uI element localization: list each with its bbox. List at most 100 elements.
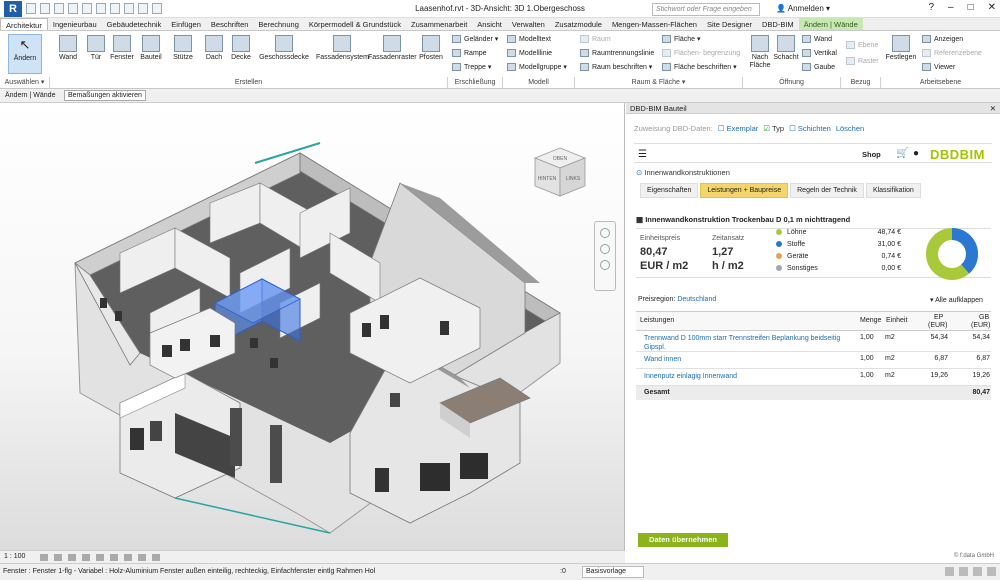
view-cube[interactable]: OBEN HINTEN LINKS — [533, 146, 587, 198]
steering-wheel-icon[interactable] — [600, 228, 610, 238]
area-button[interactable]: Fläche ▾ — [662, 35, 700, 43]
detail-level-icon[interactable] — [40, 554, 48, 561]
window-button[interactable]: Fenster — [108, 35, 136, 61]
area-tag-button[interactable]: Fläche beschriften ▾ — [662, 63, 737, 71]
pan-icon[interactable] — [600, 260, 610, 270]
model-line-button[interactable]: Modelllinie — [507, 49, 552, 57]
group-select[interactable]: Auswählen ▾ — [0, 77, 50, 89]
lock-view-icon[interactable] — [124, 554, 132, 561]
crop-view-icon[interactable] — [110, 554, 118, 561]
view-scale[interactable]: 1 : 100 — [4, 553, 25, 560]
tab-architektur[interactable]: Architektur — [0, 18, 48, 30]
roof-button[interactable]: Dach — [202, 35, 226, 61]
filter-icon[interactable] — [987, 567, 996, 576]
select-underlay-icon[interactable] — [959, 567, 968, 576]
3d-viewport[interactable]: OBEN HINTEN LINKS — [0, 103, 625, 550]
area-boundary-button[interactable]: Flächen- begrenzung — [662, 49, 740, 57]
assign-type[interactable]: ☑ Typ — [763, 124, 784, 133]
help-search-input[interactable]: Stichwort oder Frage eingeben — [652, 3, 760, 16]
activate-dimensions-button[interactable]: Bemaßungen aktivieren — [64, 90, 146, 101]
tab-einfuegen[interactable]: Einfügen — [166, 18, 206, 30]
assign-layers[interactable]: ☐ Schichten — [789, 124, 831, 133]
column-button[interactable]: Stütze — [170, 35, 196, 61]
cart-icon[interactable]: 🛒 — [896, 148, 908, 159]
wall-opening-button[interactable]: Wand — [802, 35, 832, 43]
tab-berechnung[interactable]: Berechnung — [253, 18, 303, 30]
row-name[interactable]: Innenputz einlagig Innenwand — [644, 372, 854, 381]
close-icon[interactable]: ✕ — [988, 2, 996, 13]
shop-link[interactable]: Shop — [862, 150, 881, 159]
user-icon[interactable]: ● — [913, 148, 919, 159]
room-button[interactable]: Raum — [580, 35, 611, 43]
design-option-select[interactable]: Basisvorlage — [582, 566, 644, 578]
tab-mengen[interactable]: Mengen-Massen-Flächen — [607, 18, 702, 30]
shadows-icon[interactable] — [82, 554, 90, 561]
ceiling-button[interactable]: Decke — [228, 35, 254, 61]
render-icon[interactable] — [96, 554, 104, 561]
tab-eigenschaften[interactable]: Eigenschaften — [640, 183, 699, 198]
door-button[interactable]: Tür — [84, 35, 108, 61]
tab-verwalten[interactable]: Verwalten — [507, 18, 550, 30]
tab-regeln[interactable]: Regeln der Technik — [790, 183, 864, 198]
room-separator-button[interactable]: Raumtrennungslinie — [580, 49, 654, 57]
tab-aendern-waende[interactable]: Ändern | Wände — [798, 18, 863, 30]
hide-isolate-icon[interactable] — [138, 554, 146, 561]
table-row[interactable]: Innenputz einlagig Innenwand 1,00 m2 19,… — [636, 369, 991, 386]
zoom-icon[interactable] — [600, 244, 610, 254]
shaft-button[interactable]: Schacht — [773, 35, 799, 61]
breadcrumb[interactable]: ⊙ Innenwandkonstruktionen — [636, 168, 730, 177]
tab-koerpermodell[interactable]: Körpermodell & Grundstück — [304, 18, 406, 30]
signin-button[interactable]: 👤 Anmelden ▾ — [776, 4, 830, 13]
tab-site-designer[interactable]: Site Designer — [702, 18, 757, 30]
tab-klassifikation[interactable]: Klassifikation — [865, 183, 921, 198]
tab-beschriften[interactable]: Beschriften — [206, 18, 254, 30]
tab-dbd-bim[interactable]: DBD-BIM — [757, 18, 799, 30]
tab-ansicht[interactable]: Ansicht — [472, 18, 507, 30]
reveal-hidden-icon[interactable] — [152, 554, 160, 561]
row-name[interactable]: Trennwand D 100mm starr Trennstreifen Be… — [644, 334, 854, 352]
maximize-icon[interactable]: □ — [968, 2, 974, 13]
set-workplane-button[interactable]: Festlegen — [884, 35, 918, 61]
visual-style-icon[interactable] — [54, 554, 62, 561]
navigation-bar[interactable] — [594, 221, 616, 291]
tab-gebaeudetechnik[interactable]: Gebäudetechnik — [102, 18, 167, 30]
modify-button[interactable]: ↖ Ändern — [8, 34, 42, 74]
tab-zusatzmodule[interactable]: Zusatzmodule — [550, 18, 607, 30]
vertical-opening-button[interactable]: Vertikal — [802, 49, 837, 57]
viewer-button[interactable]: Viewer — [922, 63, 955, 71]
select-links-icon[interactable] — [945, 567, 954, 576]
tab-zusammenarbeit[interactable]: Zusammenarbeit — [406, 18, 472, 30]
model-group-button[interactable]: Modellgruppe ▾ — [507, 63, 567, 71]
group-room-area[interactable]: Raum & Fläche ▾ — [575, 77, 743, 89]
sun-path-icon[interactable] — [68, 554, 76, 561]
building-model[interactable] — [0, 103, 625, 550]
mullion-button[interactable]: Pfosten — [418, 35, 444, 61]
minimize-icon[interactable]: – — [948, 2, 954, 13]
row-name[interactable]: Wand innen — [644, 355, 854, 364]
table-row[interactable]: Wand innen 1,00 m2 6,87 6,87 — [636, 352, 991, 369]
model-text-button[interactable]: Modelltext — [507, 35, 551, 43]
curtain-grid-button[interactable]: Fassadenraster — [368, 35, 417, 61]
panel-close-icon[interactable]: ✕ — [990, 103, 996, 114]
assign-instance[interactable]: ☐ Exemplar — [718, 124, 759, 133]
help-icon[interactable]: ? — [928, 2, 934, 13]
room-tag-button[interactable]: Raum beschriften ▾ — [580, 63, 652, 71]
tab-leistungen[interactable]: Leistungen + Baupreise — [700, 183, 789, 198]
apply-data-button[interactable]: Daten übernehmen — [638, 533, 728, 547]
show-workplane-button[interactable]: Anzeigen — [922, 35, 963, 43]
wall-button[interactable]: Wand — [56, 35, 80, 61]
grid-button[interactable]: Raster — [846, 57, 879, 65]
region-link[interactable]: Deutschland — [677, 296, 716, 303]
ref-plane-button[interactable]: Referenzebene — [922, 49, 982, 57]
tab-ingenieurbau[interactable]: Ingenieurbau — [48, 18, 102, 30]
stair-button[interactable]: Treppe ▾ — [452, 63, 491, 71]
ramp-button[interactable]: Rampe — [452, 49, 487, 57]
table-row[interactable]: Trennwand D 100mm starr Trennstreifen Be… — [636, 331, 991, 352]
component-button[interactable]: Bauteil — [138, 35, 164, 61]
dormer-button[interactable]: Gaube — [802, 63, 835, 71]
expand-all-link[interactable]: ▾ Alle aufklappen — [930, 296, 983, 304]
railing-button[interactable]: Geländer ▾ — [452, 35, 498, 43]
curtain-system-button[interactable]: Fassadensystem — [316, 35, 369, 61]
level-button[interactable]: Ebene — [846, 41, 878, 49]
select-pinned-icon[interactable] — [973, 567, 982, 576]
